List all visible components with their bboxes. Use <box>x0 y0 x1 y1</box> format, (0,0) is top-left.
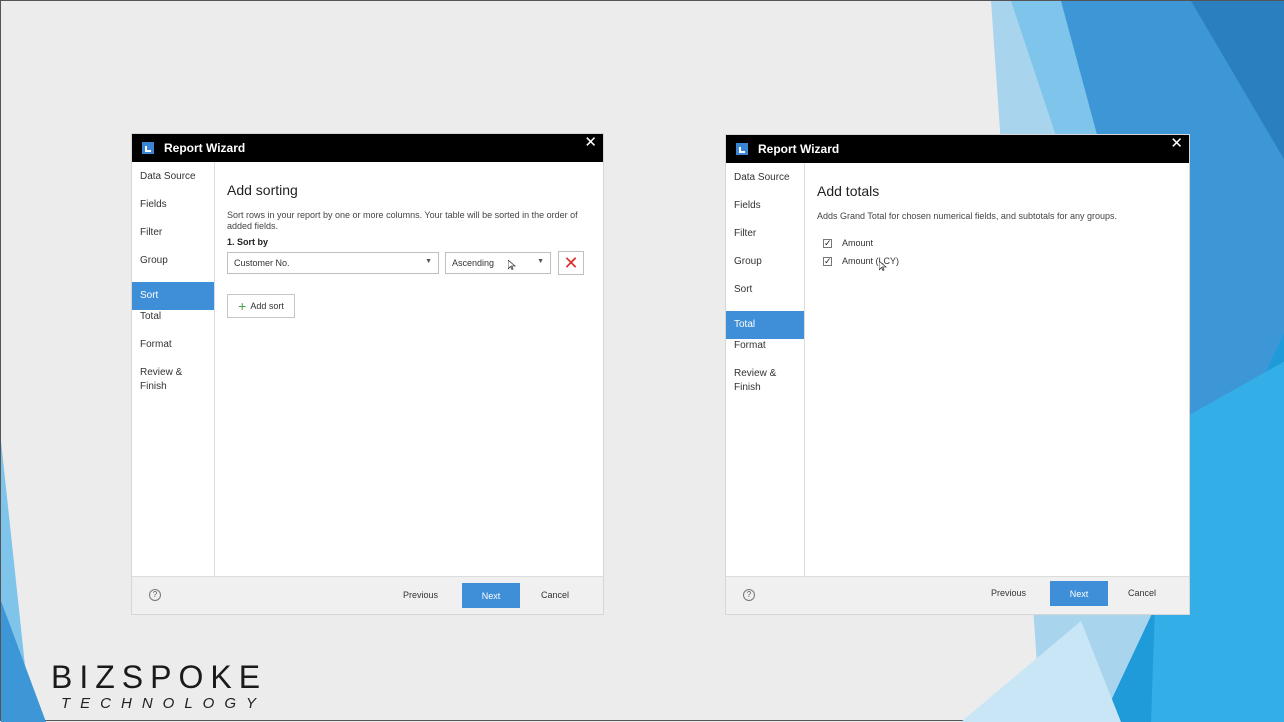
checkbox-checked[interactable]: ✓ <box>823 256 832 266</box>
page-title: Add sorting <box>227 182 298 198</box>
mouse-cursor-icon <box>508 260 516 270</box>
step-review-finish[interactable]: Review & Finish <box>726 367 804 395</box>
close-icon[interactable]: ✕ <box>1170 134 1183 152</box>
cancel-button[interactable]: Cancel <box>541 590 569 600</box>
add-sort-button[interactable]: + Add sort <box>227 294 295 318</box>
checkbox-label: Amount (LCY) <box>842 256 900 266</box>
bizspoke-logo: BIZSPOKE TECHNOLOGY <box>51 661 267 712</box>
page-description: Sort rows in your report by one or more … <box>227 210 578 231</box>
report-wizard-sort-dialog: Report Wizard ✕ Data Source Fields Filte… <box>132 134 603 614</box>
chevron-down-icon: ▼ <box>425 258 432 265</box>
help-icon[interactable]: ? <box>149 589 161 601</box>
total-amount-option[interactable]: ✓ Amount <box>823 238 1177 248</box>
sort-order-select[interactable]: Ascending ▼ <box>445 252 551 274</box>
help-icon[interactable]: ? <box>743 589 755 601</box>
page-description: Adds Grand Total for chosen numerical fi… <box>817 211 1118 221</box>
add-sort-label: Add sort <box>250 301 284 311</box>
step-filter[interactable]: Filter <box>726 227 804 255</box>
step-review-finish[interactable]: Review & Finish <box>132 366 214 394</box>
steps-sidebar: Data Source Fields Filter Group Sort Tot… <box>726 163 805 577</box>
step-total[interactable]: Total <box>726 311 804 339</box>
previous-button[interactable]: Previous <box>991 588 1026 598</box>
page-title: Add totals <box>817 183 880 199</box>
previous-button[interactable]: Previous <box>403 590 438 600</box>
sort-field-select[interactable]: Customer No. ▼ <box>227 252 439 274</box>
logo-main-text: BIZSPOKE <box>51 659 268 695</box>
title-bar: Report Wizard ✕ <box>132 134 603 162</box>
title-bar: Report Wizard ✕ <box>726 135 1189 163</box>
report-icon <box>142 142 154 154</box>
step-fields[interactable]: Fields <box>132 198 214 226</box>
step-format[interactable]: Format <box>132 338 214 366</box>
dialog-title: Report Wizard <box>758 142 840 156</box>
checkbox-label: Amount <box>842 238 874 248</box>
mouse-cursor-icon <box>879 261 887 271</box>
step-total[interactable]: Total <box>132 310 214 338</box>
close-icon: ✕ <box>563 252 579 273</box>
close-icon[interactable]: ✕ <box>584 133 597 151</box>
chevron-down-icon: ▼ <box>537 258 544 265</box>
dialog-footer: ? Previous Next Cancel <box>132 576 603 614</box>
dialog-footer: ? Previous Next Cancel <box>726 576 1189 614</box>
sort-by-label: 1. Sort by <box>227 237 269 247</box>
total-amount-lcy-option[interactable]: ✓ Amount (LCY) <box>823 256 1177 271</box>
step-group[interactable]: Group <box>726 255 804 283</box>
next-button[interactable]: Next <box>462 583 520 608</box>
checkbox-checked[interactable]: ✓ <box>823 238 832 248</box>
totals-content: Add totals Adds Grand Total for chosen n… <box>805 163 1189 577</box>
sort-field-value: Customer No. <box>234 258 290 268</box>
plus-icon: + <box>238 298 247 314</box>
sort-order-value: Ascending <box>452 258 495 268</box>
step-data-source[interactable]: Data Source <box>132 170 214 198</box>
step-sort[interactable]: Sort <box>726 283 804 311</box>
report-wizard-totals-dialog: Report Wizard ✕ Data Source Fields Filte… <box>726 135 1189 614</box>
step-format[interactable]: Format <box>726 339 804 367</box>
logo-sub-text: TECHNOLOGY <box>61 695 267 712</box>
steps-sidebar: Data Source Fields Filter Group Sort Tot… <box>132 162 215 577</box>
next-button[interactable]: Next <box>1050 581 1108 606</box>
step-sort[interactable]: Sort <box>132 282 214 310</box>
dialog-title: Report Wizard <box>164 141 246 155</box>
step-filter[interactable]: Filter <box>132 226 214 254</box>
remove-sort-button[interactable]: ✕ <box>558 251 584 275</box>
report-icon <box>736 143 748 155</box>
sort-content: Add sorting Sort rows in your report by … <box>215 162 603 577</box>
step-data-source[interactable]: Data Source <box>726 171 804 199</box>
cancel-button[interactable]: Cancel <box>1128 588 1156 598</box>
step-group[interactable]: Group <box>132 254 214 282</box>
step-fields[interactable]: Fields <box>726 199 804 227</box>
